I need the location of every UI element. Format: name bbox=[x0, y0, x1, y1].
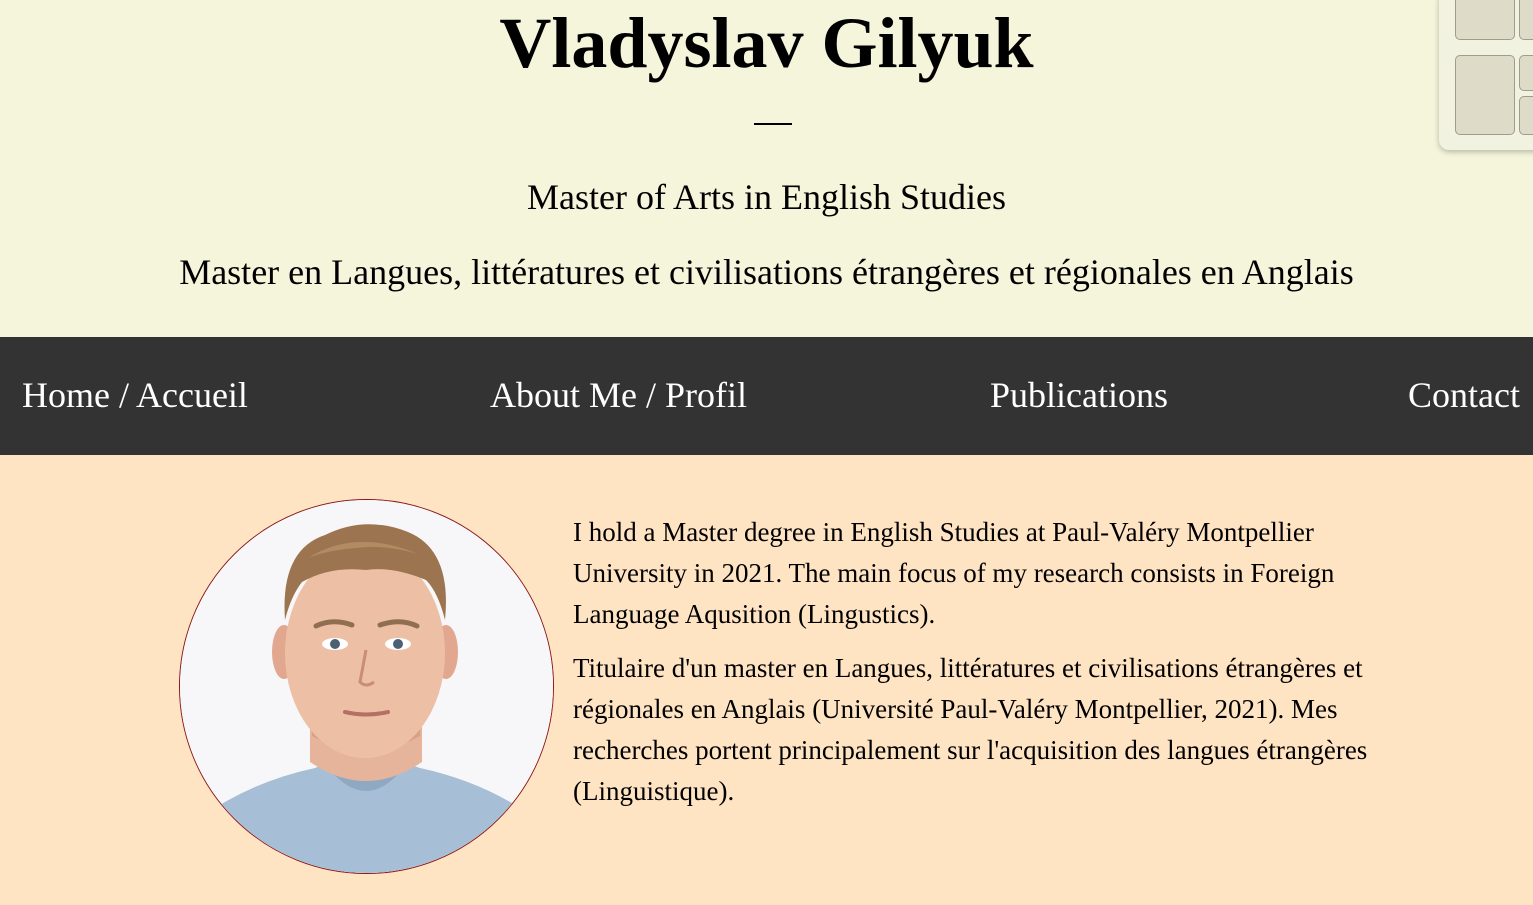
nav-about[interactable]: About Me / Profil bbox=[490, 374, 747, 416]
nav-contact[interactable]: Contact bbox=[1408, 374, 1520, 416]
bio-text: I hold a Master degree in English Studie… bbox=[573, 512, 1373, 825]
main-nav: Home / Accueil About Me / Profil Publica… bbox=[0, 337, 1533, 455]
nav-publications[interactable]: Publications bbox=[990, 374, 1168, 416]
snap-layout-tile[interactable] bbox=[1519, 0, 1533, 40]
snap-layout-widget[interactable] bbox=[1439, 0, 1533, 150]
snap-layout-tile[interactable] bbox=[1455, 55, 1515, 135]
site-title: Vladyslav Gilyuk bbox=[499, 3, 1034, 83]
snap-layout-tile[interactable] bbox=[1519, 96, 1533, 135]
nav-home[interactable]: Home / Accueil bbox=[22, 374, 248, 416]
site-header: Vladyslav Gilyuk Master of Arts in Engli… bbox=[0, 0, 1533, 337]
snap-layout-tile[interactable] bbox=[1519, 55, 1533, 91]
bio-french: Titulaire d'un master en Langues, littér… bbox=[573, 653, 1368, 806]
bio-english: I hold a Master degree in English Studie… bbox=[573, 517, 1335, 629]
subtitle-english: Master of Arts in English Studies bbox=[527, 177, 1006, 217]
title-divider bbox=[754, 123, 792, 125]
profile-photo bbox=[179, 499, 554, 874]
portrait-illustration bbox=[180, 500, 553, 873]
snap-layout-tile[interactable] bbox=[1455, 0, 1515, 40]
subtitle-french: Master en Langues, littératures et civil… bbox=[179, 252, 1354, 292]
